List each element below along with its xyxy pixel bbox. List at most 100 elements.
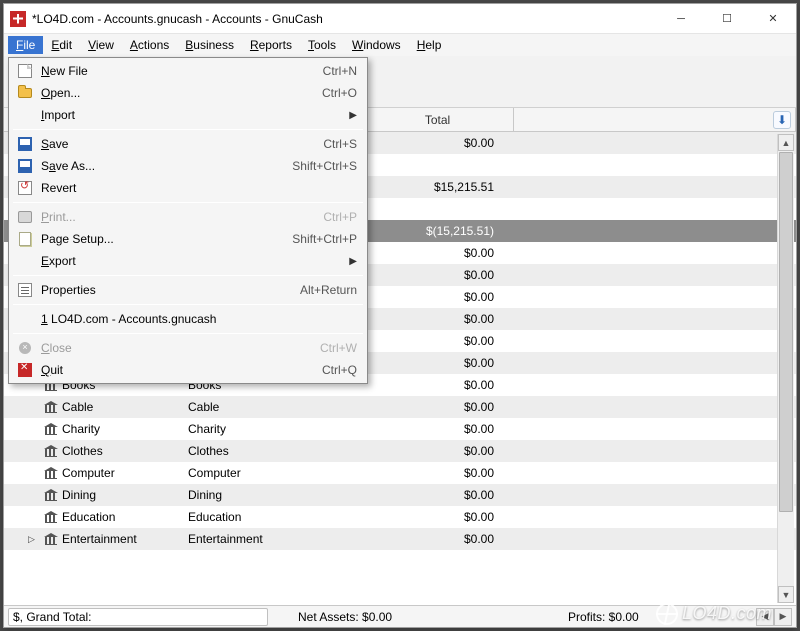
file-menu-quit[interactable]: QuitCtrl+Q	[11, 359, 365, 381]
account-icon	[44, 445, 58, 457]
table-row[interactable]: ComputerComputer$0.00	[4, 462, 796, 484]
menu-actions[interactable]: Actions	[122, 36, 177, 54]
close-icon: ×	[15, 340, 35, 356]
file-menu-page-setup[interactable]: Page Setup...Shift+Ctrl+P	[11, 228, 365, 250]
menu-accelerator: Ctrl+O	[322, 86, 357, 100]
account-icon	[44, 511, 58, 523]
close-button[interactable]: ✕	[750, 4, 796, 34]
cell-account-name: ▷ Entertainment	[4, 528, 184, 550]
print-icon	[15, 209, 35, 225]
file-menu-export[interactable]: Export▶	[11, 250, 365, 272]
menu-file[interactable]: File	[8, 36, 43, 54]
menu-reports[interactable]: Reports	[242, 36, 300, 54]
cell-description: Computer	[184, 462, 362, 484]
file-menu-properties[interactable]: PropertiesAlt+Return	[11, 279, 365, 301]
cell-total: $15,215.51	[362, 176, 514, 198]
props-icon	[15, 282, 35, 298]
submenu-arrow-icon: ▶	[349, 110, 357, 121]
column-header-spacer: ⬇	[514, 108, 796, 131]
file-menu-save-as[interactable]: Save As...Shift+Ctrl+S	[11, 155, 365, 177]
cell-total: $0.00	[362, 396, 514, 418]
menu-item-label: New File	[41, 64, 323, 78]
open-icon	[15, 85, 35, 101]
cell-account-name: Computer	[4, 462, 184, 484]
cell-total: $0.00	[362, 264, 514, 286]
file-menu-open[interactable]: Open...Ctrl+O	[11, 82, 365, 104]
menu-item-label: Save	[41, 137, 323, 151]
vertical-scrollbar[interactable]: ▲ ▼	[777, 134, 794, 603]
table-row[interactable]: CableCable$0.00	[4, 396, 796, 418]
table-row[interactable]: ClothesClothes$0.00	[4, 440, 796, 462]
account-name-text: Computer	[62, 462, 115, 484]
minimize-button[interactable]: ─	[658, 4, 704, 34]
menu-separator	[13, 129, 363, 130]
maximize-button[interactable]: ☐	[704, 4, 750, 34]
page-icon	[15, 231, 35, 247]
status-grand-total: $, Grand Total:	[8, 608, 268, 626]
titlebar: *LO4D.com - Accounts.gnucash - Accounts …	[4, 4, 796, 34]
menu-separator	[13, 275, 363, 276]
menu-view[interactable]: View	[80, 36, 122, 54]
menu-separator	[13, 333, 363, 334]
status-net-assets: Net Assets: $0.00	[268, 610, 508, 624]
file-menu-dropdown: New FileCtrl+NOpen...Ctrl+OImport▶SaveCt…	[8, 57, 368, 384]
account-icon	[44, 401, 58, 413]
hscroll-right-button[interactable]: ▶	[774, 608, 792, 626]
menu-tools[interactable]: Tools	[300, 36, 344, 54]
account-name-text: Entertainment	[62, 528, 137, 550]
cell-total: $0.00	[362, 506, 514, 528]
quit-icon	[15, 362, 35, 378]
cell-total: $0.00	[362, 418, 514, 440]
cell-account-name: Education	[4, 506, 184, 528]
menu-windows[interactable]: Windows	[344, 36, 409, 54]
status-profits: Profits: $0.00	[508, 610, 756, 624]
blank-icon	[15, 107, 35, 123]
account-icon	[44, 423, 58, 435]
file-menu-new-file[interactable]: New FileCtrl+N	[11, 60, 365, 82]
expand-icon[interactable]: ▷	[28, 528, 40, 550]
menu-accelerator: Ctrl+N	[323, 64, 357, 78]
menu-item-label: Page Setup...	[41, 232, 292, 246]
column-header-total[interactable]: Total	[362, 108, 514, 131]
scroll-down-button[interactable]: ▼	[778, 586, 794, 603]
file-menu-close: ×CloseCtrl+W	[11, 337, 365, 359]
table-row[interactable]: EducationEducation$0.00	[4, 506, 796, 528]
scroll-up-button[interactable]: ▲	[778, 134, 794, 151]
account-name-text: Charity	[62, 418, 100, 440]
window-title: *LO4D.com - Accounts.gnucash - Accounts …	[32, 12, 323, 26]
table-row[interactable]: CharityCharity$0.00	[4, 418, 796, 440]
scroll-thumb[interactable]	[779, 152, 793, 512]
menu-edit[interactable]: Edit	[43, 36, 80, 54]
account-icon	[44, 467, 58, 479]
table-row[interactable]: ▷EntertainmentEntertainment$0.00	[4, 528, 796, 550]
account-name-text: Dining	[62, 484, 96, 506]
menu-item-label: Print...	[41, 210, 323, 224]
menu-item-label: 1 LO4D.com - Accounts.gnucash	[41, 312, 357, 326]
hscroll-left-button[interactable]: ◀	[756, 608, 774, 626]
cell-total: $0.00	[362, 484, 514, 506]
cell-description: Education	[184, 506, 362, 528]
cell-total: $0.00	[362, 352, 514, 374]
account-icon	[44, 533, 58, 545]
cell-account-name: Dining	[4, 484, 184, 506]
menubar: FileEditViewActionsBusinessReportsToolsW…	[4, 34, 796, 56]
cell-description: Entertainment	[184, 528, 362, 550]
cell-total: $0.00	[362, 330, 514, 352]
file-menu-import[interactable]: Import▶	[11, 104, 365, 126]
menu-help[interactable]: Help	[409, 36, 450, 54]
menu-separator	[13, 304, 363, 305]
column-options-button[interactable]: ⬇	[773, 111, 791, 129]
new-icon	[15, 63, 35, 79]
statusbar: $, Grand Total: Net Assets: $0.00 Profit…	[4, 605, 796, 627]
menu-item-label: Export	[41, 254, 349, 268]
menu-item-label: Close	[41, 341, 320, 355]
table-row[interactable]: DiningDining$0.00	[4, 484, 796, 506]
file-menu-save[interactable]: SaveCtrl+S	[11, 133, 365, 155]
file-menu-1-lo4d-com-accounts-gnucash[interactable]: 1 LO4D.com - Accounts.gnucash	[11, 308, 365, 330]
menu-item-label: Quit	[41, 363, 322, 377]
file-menu-revert[interactable]: Revert	[11, 177, 365, 199]
menu-business[interactable]: Business	[177, 36, 242, 54]
revert-icon	[15, 180, 35, 196]
cell-account-name: Clothes	[4, 440, 184, 462]
menu-item-label: Open...	[41, 86, 322, 100]
